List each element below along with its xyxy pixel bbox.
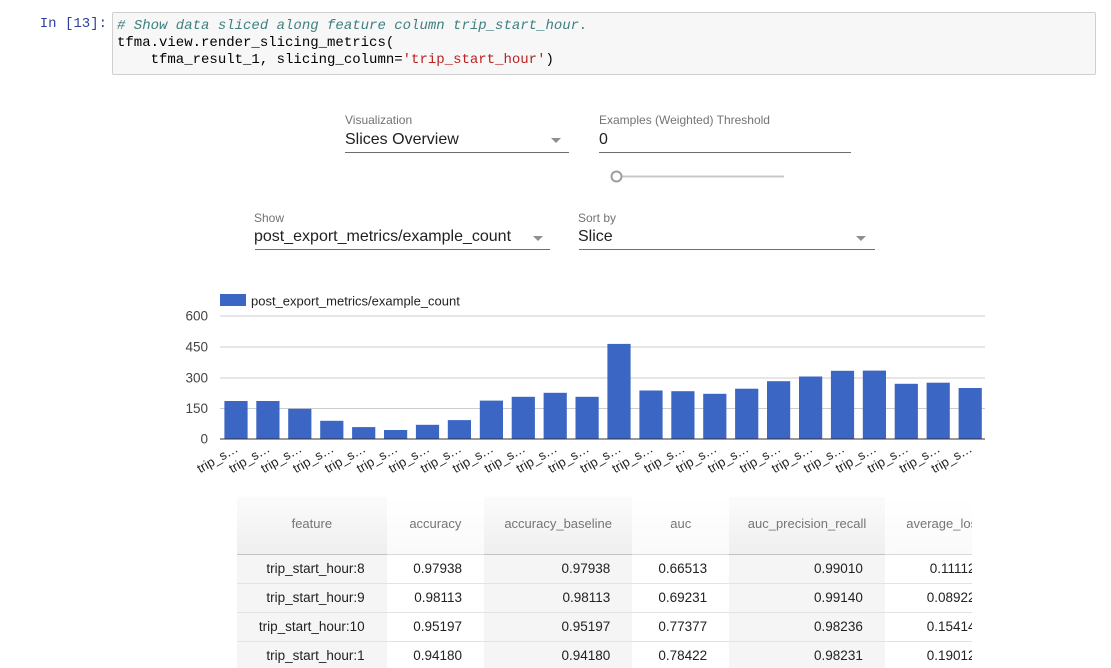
svg-text:0: 0: [200, 432, 208, 447]
svg-text:450: 450: [185, 340, 208, 355]
svg-text:300: 300: [185, 371, 208, 386]
svg-text:post_export_metrics/example_co: post_export_metrics/example_count: [251, 294, 460, 309]
svg-text:150: 150: [185, 401, 208, 416]
svg-text:600: 600: [185, 309, 208, 324]
